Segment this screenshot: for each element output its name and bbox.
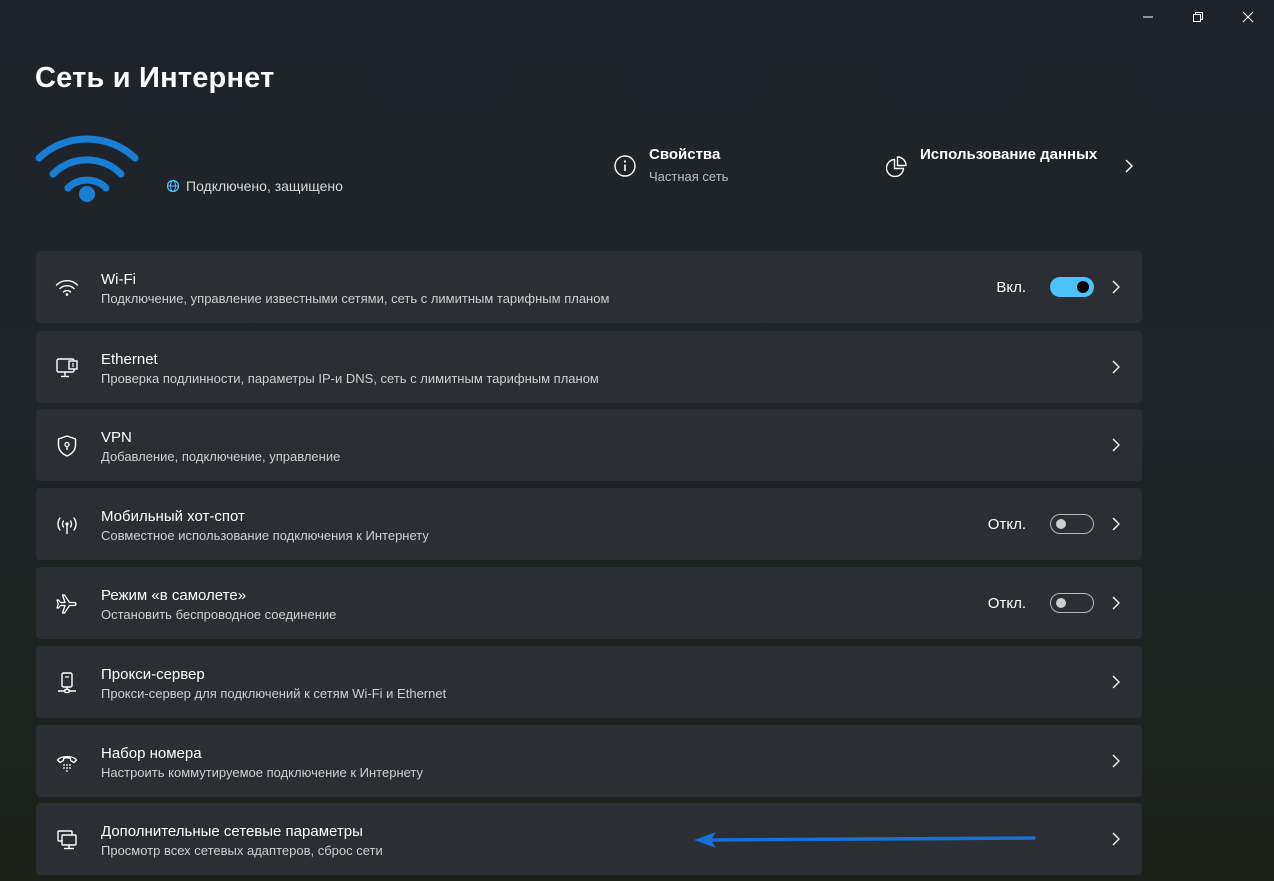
item-title: Ethernet xyxy=(101,351,158,368)
chevron-right-icon xyxy=(1112,360,1120,374)
proxy-settings-item[interactable]: Прокси-сервер Прокси-сервер для подключе… xyxy=(36,646,1142,718)
item-title: Мобильный хот-спот xyxy=(101,508,245,525)
wifi-large-icon xyxy=(35,128,139,209)
vpn-settings-item[interactable]: VPN Добавление, подключение, управление xyxy=(36,409,1142,481)
item-title: Прокси-сервер xyxy=(101,666,205,683)
properties-link[interactable]: Свойства Частная сеть xyxy=(613,146,728,184)
toggle-state-label: Откл. xyxy=(987,516,1026,533)
item-subtitle: Настроить коммутируемое подключение к Ин… xyxy=(101,765,424,780)
chevron-right-icon xyxy=(1112,596,1120,610)
toggle-state-label: Вкл. xyxy=(996,279,1026,296)
item-subtitle: Проверка подлинности, параметры IP-и DNS… xyxy=(101,371,599,386)
hotspot-icon xyxy=(54,512,80,538)
ethernet-icon xyxy=(54,355,80,381)
airplane-icon xyxy=(54,591,80,617)
ethernet-settings-item[interactable]: Ethernet Проверка подлинности, параметры… xyxy=(36,331,1142,403)
close-button[interactable] xyxy=(1225,0,1271,34)
dialup-icon xyxy=(54,749,80,775)
minimize-button[interactable] xyxy=(1125,0,1171,34)
airplane-mode-item[interactable]: Режим «в самолете» Остановить беспроводн… xyxy=(36,567,1142,639)
item-title: Набор номера xyxy=(101,745,202,762)
proxy-icon xyxy=(54,670,80,696)
item-subtitle: Прокси-сервер для подключений к сетям Wi… xyxy=(101,686,447,701)
item-title: Режим «в самолете» xyxy=(101,587,247,604)
data-usage-link[interactable]: Использование данных xyxy=(884,146,1137,179)
minimize-icon xyxy=(1143,16,1153,18)
data-usage-title: Использование данных xyxy=(920,146,1098,163)
maximize-button[interactable] xyxy=(1175,0,1221,34)
airplane-mode-toggle[interactable] xyxy=(1050,593,1094,613)
page-title: Сеть и Интернет xyxy=(35,62,275,94)
restore-icon xyxy=(1193,12,1203,22)
item-subtitle: Просмотр всех сетевых адаптеров, сброс с… xyxy=(101,843,383,858)
properties-subtitle: Частная сеть xyxy=(649,169,729,184)
item-subtitle: Добавление, подключение, управление xyxy=(101,449,341,464)
chevron-right-icon xyxy=(1125,159,1134,173)
chevron-right-icon xyxy=(1112,832,1120,846)
close-icon xyxy=(1242,11,1254,23)
item-subtitle: Совместное использование подключения к И… xyxy=(101,528,429,543)
item-title: VPN xyxy=(101,429,132,446)
item-title: Дополнительные сетевые параметры xyxy=(101,823,363,840)
chevron-right-icon xyxy=(1112,754,1120,768)
wifi-icon xyxy=(54,275,80,301)
properties-title: Свойства xyxy=(649,146,721,163)
hotspot-settings-item[interactable]: Мобильный хот-спот Совместное использова… xyxy=(36,488,1142,560)
wifi-toggle[interactable] xyxy=(1050,277,1094,297)
pie-chart-icon xyxy=(885,156,907,178)
globe-icon xyxy=(166,179,180,193)
chevron-right-icon xyxy=(1112,675,1120,689)
connection-status: Подключено, защищено xyxy=(166,178,343,194)
chevron-right-icon xyxy=(1112,280,1120,294)
vpn-shield-icon xyxy=(54,433,80,459)
info-icon xyxy=(614,155,636,177)
item-title: Wi-Fi xyxy=(101,271,136,288)
item-subtitle: Остановить беспроводное соединение xyxy=(101,607,337,622)
item-subtitle: Подключение, управление известными сетям… xyxy=(101,291,610,306)
hotspot-toggle[interactable] xyxy=(1050,514,1094,534)
status-text: Подключено, защищено xyxy=(186,178,343,194)
chevron-right-icon xyxy=(1112,438,1120,452)
dialup-settings-item[interactable]: Набор номера Настроить коммутируемое под… xyxy=(36,725,1142,797)
annotation-arrow xyxy=(694,829,1038,856)
network-adapters-icon xyxy=(54,827,80,853)
toggle-state-label: Откл. xyxy=(987,595,1026,612)
chevron-right-icon xyxy=(1112,517,1120,531)
wifi-settings-item[interactable]: Wi-Fi Подключение, управление известными… xyxy=(36,251,1142,323)
